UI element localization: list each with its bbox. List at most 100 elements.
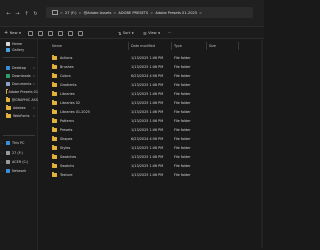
sidebar-item-downloads[interactable]: Downloads ✦ xyxy=(6,73,38,79)
sidebar-item-label: Documents xyxy=(12,82,32,86)
pin-icon[interactable]: ✦ xyxy=(33,107,35,110)
new-button[interactable]: + New ▼ xyxy=(4,29,21,37)
sidebar-item-documents[interactable]: Documents ✦ xyxy=(6,81,38,87)
pin-icon[interactable]: ✦ xyxy=(33,83,35,86)
back-arrow-icon[interactable]: ← xyxy=(5,10,12,17)
file-list: Name Date modified Type Size Actions 1/1… xyxy=(38,39,264,250)
file-type: File folder xyxy=(174,65,191,69)
sidebar-item-desktop[interactable]: Desktop ✦ xyxy=(6,65,38,71)
file-name: Texture xyxy=(60,173,73,177)
folder-icon xyxy=(52,73,57,79)
breadcrumb-separator: > xyxy=(78,10,82,15)
sidebar-item-adobes[interactable]: Adobes ✦ xyxy=(6,105,38,111)
refresh-icon[interactable]: ↻ xyxy=(32,10,39,17)
plus-icon: + xyxy=(4,30,9,36)
table-row[interactable]: Patterns 1/13/2025 1:06 PM File folder xyxy=(52,118,258,124)
column-header-type[interactable]: Type xyxy=(174,43,182,49)
chevron-right-icon[interactable]: › xyxy=(2,151,3,155)
delete-icon[interactable] xyxy=(78,30,83,36)
column-divider[interactable] xyxy=(171,42,172,50)
column-divider[interactable] xyxy=(128,42,129,50)
folder-icon xyxy=(52,100,57,106)
sidebar-item-label: Adobes xyxy=(13,106,26,110)
file-type: File folder xyxy=(174,173,191,177)
rename-icon[interactable] xyxy=(58,30,63,36)
sidebar-item-label: Downloads xyxy=(12,74,31,78)
chevron-right-icon[interactable]: › xyxy=(2,141,3,145)
breadcrumb-adobe-assets[interactable]: @Adobe Assets xyxy=(84,11,112,15)
pc-icon xyxy=(52,10,58,15)
sidebar-item-label: Gallery xyxy=(12,48,25,52)
pin-icon[interactable]: ✦ xyxy=(33,75,35,78)
pin-icon[interactable]: ✦ xyxy=(33,115,35,118)
drive-icon xyxy=(6,160,10,164)
table-row[interactable]: Brushes 1/13/2025 1:06 PM File folder xyxy=(52,64,258,70)
column-divider[interactable] xyxy=(206,42,207,50)
pc-icon xyxy=(6,141,10,145)
up-arrow-icon[interactable]: ↑ xyxy=(23,10,30,17)
cut-icon[interactable] xyxy=(28,30,33,36)
file-type: File folder xyxy=(174,101,191,105)
table-row[interactable]: Styles 1/13/2025 1:06 PM File folder xyxy=(52,145,258,151)
sidebar-item-this-pc[interactable]: › This PC xyxy=(2,140,24,146)
sort-button[interactable]: ⇅ Sort ▼ xyxy=(118,29,134,37)
file-date: 1/13/2025 1:06 PM xyxy=(131,173,164,177)
breadcrumb-current-folder[interactable]: Adobe Presets 01-2025 xyxy=(155,11,197,15)
folder-icon xyxy=(6,97,10,102)
table-row[interactable]: Libraries 01-2025 1/13/2025 1:06 PM File… xyxy=(52,109,258,115)
column-header-date[interactable]: Date modified xyxy=(131,43,155,49)
folder-icon xyxy=(52,145,57,151)
file-type: File folder xyxy=(174,128,191,132)
sidebar-item-network[interactable]: › Network xyxy=(2,168,26,174)
file-name: Presets xyxy=(60,128,73,132)
column-header-size[interactable]: Size xyxy=(209,43,216,49)
table-row[interactable]: Actions 1/13/2025 1:06 PM File folder xyxy=(52,55,258,61)
table-row[interactable]: Libraries 1/13/2025 1:06 PM File folder xyxy=(52,91,258,97)
forward-arrow-icon[interactable]: → xyxy=(14,10,21,17)
table-row[interactable]: Gradients 1/13/2025 1:06 PM File folder xyxy=(52,82,258,88)
sidebar-item-gallery[interactable]: Gallery xyxy=(6,47,24,53)
copy-icon[interactable] xyxy=(38,30,43,36)
breadcrumb-drive[interactable]: 27 (F:) xyxy=(65,11,77,15)
file-name: Brushes xyxy=(60,65,74,69)
sidebar-item-drive-f[interactable]: › 27 (F:) xyxy=(2,150,23,156)
folder-icon xyxy=(52,64,57,70)
column-divider[interactable] xyxy=(238,42,239,50)
folder-icon xyxy=(52,109,57,115)
file-date: 1/13/2025 1:06 PM xyxy=(131,128,164,132)
view-icon: ☰ xyxy=(143,30,147,36)
folder-icon xyxy=(52,118,57,124)
breadcrumb-separator: > xyxy=(199,10,203,15)
column-header-name[interactable]: Name xyxy=(52,43,62,49)
table-row[interactable]: Colors 6/23/2024 4:56 PM File folder xyxy=(52,73,258,79)
file-date: 6/23/2024 4:56 PM xyxy=(131,74,164,78)
view-label: View xyxy=(148,31,157,35)
breadcrumb-adobe-presets[interactable]: ADOBE PRESETS xyxy=(118,11,148,15)
chevron-right-icon[interactable]: › xyxy=(2,169,3,173)
pin-icon[interactable]: ✦ xyxy=(33,67,35,70)
table-row[interactable]: Texture 1/13/2025 1:06 PM File folder xyxy=(52,172,258,178)
file-date: 1/13/2025 1:06 PM xyxy=(131,56,164,60)
file-type: File folder xyxy=(174,146,191,150)
vertical-scrollbar[interactable] xyxy=(261,40,263,248)
view-button[interactable]: ☰ View ▼ xyxy=(143,29,160,37)
table-row[interactable]: Presets 1/13/2025 1:06 PM File folder xyxy=(52,127,258,133)
address-field[interactable]: > 27 (F:) > @Adobe Assets > ADOBE PRESET… xyxy=(46,7,253,18)
paste-icon[interactable] xyxy=(48,30,53,36)
sidebar-item-webfonts[interactable]: WebFonts ✦ xyxy=(6,113,38,119)
sidebar-item-graphic-assets[interactable]: @GRAPHIC ASS xyxy=(6,97,38,103)
chevron-right-icon[interactable]: › xyxy=(2,160,3,164)
share-icon[interactable] xyxy=(68,30,73,36)
gallery-icon xyxy=(6,48,10,52)
table-row[interactable]: Swatches 1/13/2025 1:06 PM File folder xyxy=(52,154,258,160)
folder-icon xyxy=(52,154,57,160)
table-row[interactable]: Swatchs 1/13/2025 1:06 PM File folder xyxy=(52,163,258,169)
table-row[interactable]: Libraries 02 1/13/2025 1:06 PM File fold… xyxy=(52,100,258,106)
sidebar-item-adobe-presets[interactable]: Adobe Presets 01 xyxy=(6,89,38,95)
folder-icon xyxy=(52,55,57,61)
more-options-button[interactable]: ··· xyxy=(168,29,171,37)
file-type: File folder xyxy=(174,56,191,60)
folder-icon xyxy=(52,163,57,169)
table-row[interactable]: Shapes 6/23/2024 4:56 PM File folder xyxy=(52,136,258,142)
sidebar-item-drive-c[interactable]: › ACER (C:) xyxy=(2,159,28,165)
